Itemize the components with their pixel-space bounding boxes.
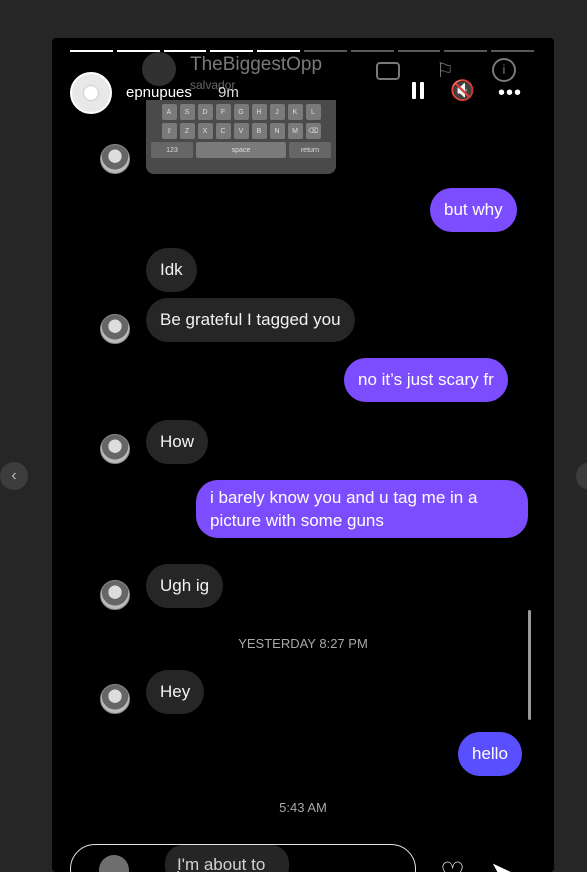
sender-avatar [100, 580, 130, 610]
progress-segment [210, 50, 254, 52]
sender-avatar [100, 684, 130, 714]
timestamp-divider: 5:43 AM [279, 800, 327, 815]
progress-segment [70, 50, 113, 52]
story-author-avatar[interactable] [70, 72, 112, 114]
progress-segment [491, 50, 534, 52]
keyboard-key: V [233, 123, 249, 139]
keyboard-row: ⇧ Z X C V B N M ⌫ [149, 123, 333, 139]
story-progress-bar [70, 50, 534, 52]
story-frame: TheBiggestOpp salvador ⚐ i ASDFGHJKL ⇧ Z X… [52, 38, 554, 872]
keyboard-key: return [289, 142, 331, 158]
message-outgoing: i barely know you and u tag me in a pict… [196, 480, 528, 538]
message-incoming: Be grateful I tagged you [146, 298, 355, 342]
keyboard-key: ⇧ [161, 123, 177, 139]
progress-segment [397, 50, 441, 52]
keyboard-key: N [269, 123, 285, 139]
send-icon[interactable]: ➤ [490, 856, 512, 872]
progress-segment [163, 50, 207, 52]
sender-avatar [100, 434, 130, 464]
progress-segment [116, 50, 160, 52]
progress-segment [257, 50, 300, 52]
scrollbar[interactable] [528, 610, 531, 720]
reply-bar: I'm about to [70, 844, 416, 872]
message-outgoing: no it’s just scary fr [344, 358, 508, 402]
keyboard-key: C [215, 123, 231, 139]
speaker-muted-icon[interactable]: 🔇 [450, 78, 475, 103]
keyboard-key: space [196, 142, 286, 158]
story-viewer: ‹ › TheBiggestOpp salvador ⚐ i ASDFGHJKL… [0, 0, 587, 872]
progress-segment [350, 50, 394, 52]
message-outgoing: but why [430, 188, 517, 232]
previous-story-arrow[interactable]: ‹ [0, 462, 28, 490]
keyboard-key: 123 [151, 142, 193, 158]
next-story-arrow[interactable]: › [576, 462, 587, 490]
timestamp-divider: YESTERDAY 8:27 PM [238, 636, 368, 651]
message-incoming: Idk [146, 248, 197, 292]
message-incoming: Ugh ig [146, 564, 224, 608]
story-time-ago: 9m [218, 84, 239, 101]
keyboard-key: Z [179, 123, 195, 139]
story-header: epnupues 9m 🔇 ••• [70, 68, 536, 114]
ellipsis-icon[interactable]: ••• [498, 82, 522, 105]
keyboard-key: M [287, 123, 303, 139]
keyboard-key: B [251, 123, 267, 139]
pause-icon[interactable] [412, 82, 424, 99]
progress-segment [444, 50, 488, 52]
heart-icon[interactable]: ♡ [440, 856, 465, 872]
progress-segment [303, 50, 347, 52]
keyboard-row: 123 space return [149, 142, 333, 158]
message-outgoing: hello [458, 732, 522, 776]
ghost-message-text: I'm about to [165, 845, 289, 872]
keyboard-key: X [197, 123, 213, 139]
message-incoming: Hey [146, 670, 205, 714]
sender-avatar [100, 314, 130, 344]
reply-avatar [99, 855, 129, 872]
story-author-username[interactable]: epnupues [126, 84, 192, 101]
keyboard-key: ⌫ [305, 123, 321, 139]
message-incoming: How [146, 420, 209, 464]
sender-avatar [100, 144, 130, 174]
